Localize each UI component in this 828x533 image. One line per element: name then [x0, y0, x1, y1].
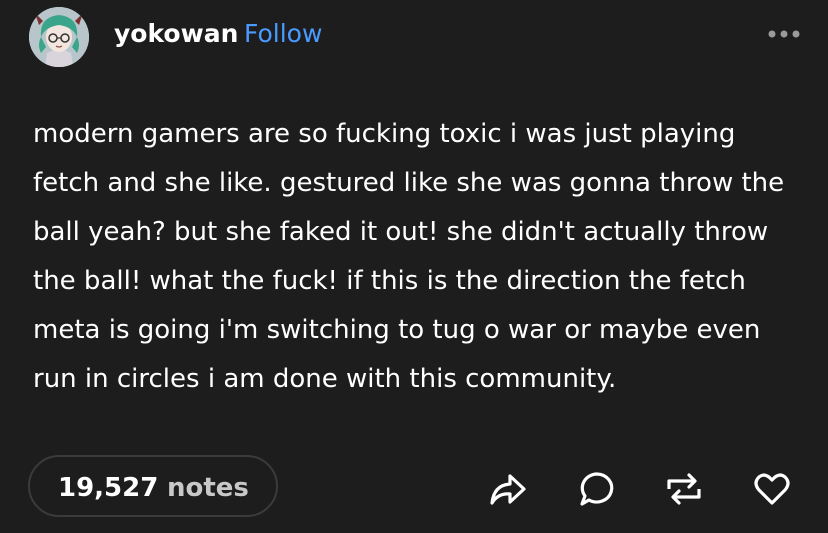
avatar[interactable]	[29, 7, 89, 67]
notes-button[interactable]: 19,527 notes	[28, 455, 278, 517]
like-icon[interactable]	[752, 469, 792, 509]
follow-button[interactable]: Follow	[244, 19, 322, 48]
reply-icon[interactable]	[577, 469, 617, 509]
post-text: modern gamers are so fucking toxic i was…	[33, 119, 785, 394]
reblog-icon[interactable]	[664, 469, 704, 509]
share-icon[interactable]	[488, 469, 528, 509]
username[interactable]: yokowan	[114, 19, 238, 48]
more-options-icon[interactable]	[766, 24, 802, 44]
notes-label: notes	[167, 473, 249, 503]
notes-count: 19,527	[58, 473, 159, 503]
user-avatar-illustration	[29, 7, 89, 67]
post-header: yokowan Follow	[26, 4, 802, 67]
